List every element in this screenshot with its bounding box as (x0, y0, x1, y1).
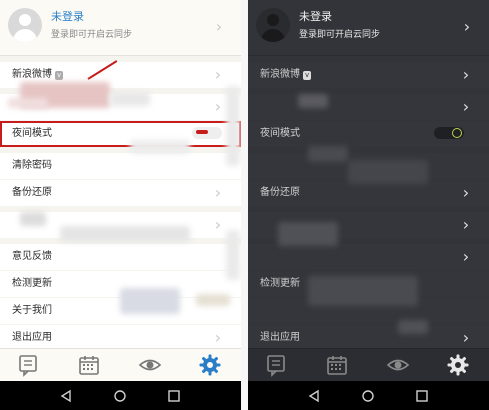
login-hint: 登录即可开启云同步 (51, 30, 133, 40)
toggle-knob (452, 128, 462, 138)
menu-item-clear-password[interactable]: 清除密码 (0, 153, 241, 179)
chevron-right-icon: › (462, 183, 470, 202)
verified-badge: v (55, 71, 64, 80)
menu-item-feedback[interactable]: 意见反馈 (0, 244, 241, 270)
menu-item-blurred-1[interactable]: › (248, 94, 489, 120)
recent-apps-icon[interactable] (166, 388, 182, 404)
menu-item-weibo[interactable]: 新浪微博 v › (248, 62, 489, 88)
menu-item-blurred-3[interactable]: › (248, 244, 489, 270)
redaction-patch (110, 92, 150, 106)
login-hint: 登录即可开启云同步 (299, 30, 381, 40)
screen-divider (241, 0, 248, 410)
redaction-patch (226, 86, 240, 166)
menu-item-night-mode[interactable]: 夜间模式 (0, 121, 241, 147)
dark-theme-screen: 未登录 登录即可开启云同步 › 新浪微博 v › › 夜间模式 备份还原 › › … (248, 0, 489, 410)
chevron-right-icon: › (462, 247, 470, 266)
home-icon[interactable] (360, 388, 376, 404)
redaction-patch (278, 222, 338, 246)
avatar (8, 8, 42, 42)
avatar (256, 8, 290, 42)
menu-item-label: 关于我们 (12, 305, 52, 316)
chevron-right-icon: › (214, 215, 222, 234)
back-icon[interactable] (306, 388, 322, 404)
menu-item-label: 夜间模式 (12, 128, 52, 139)
chevron-right-icon: › (462, 65, 470, 84)
redaction-patch (120, 288, 180, 314)
settings-menu: 新浪微博 v › › 夜间模式 备份还原 › › › 检测更新 退出应用 › (248, 62, 489, 352)
menu-item-label: 退出应用 (260, 332, 300, 343)
bottom-tab-bar (0, 348, 241, 381)
redaction-patch (398, 320, 428, 334)
night-mode-toggle[interactable] (192, 127, 222, 139)
account-header[interactable]: 未登录 登录即可开启云同步 › (0, 0, 241, 56)
chevron-right-icon: › (462, 97, 470, 116)
menu-item-backup-restore[interactable]: 备份还原 › (0, 180, 241, 206)
bottom-tab-bar (248, 348, 489, 381)
eye-icon[interactable] (138, 353, 162, 377)
notes-icon[interactable] (16, 353, 40, 377)
chevron-right-icon: › (462, 328, 470, 347)
redaction-patch (196, 294, 230, 306)
light-theme-screen: 未登录 登录即可开启云同步 › 新浪微博 v › › 夜间模式 清除密码 备份还原… (0, 0, 241, 410)
user-name: 未登录 (299, 10, 332, 23)
redaction-patch (60, 226, 190, 242)
account-header[interactable]: 未登录 登录即可开启云同步 › (248, 0, 489, 56)
redaction-patch (308, 276, 418, 306)
calendar-icon[interactable] (325, 353, 349, 377)
verified-badge: v (303, 71, 312, 80)
toggle-knob (196, 130, 208, 134)
menu-item-label: 检测更新 (260, 278, 300, 289)
back-icon[interactable] (58, 388, 74, 404)
redaction-patch (348, 160, 428, 184)
redaction-patch (308, 146, 348, 162)
menu-item-label: 新浪微博 v (260, 69, 312, 80)
chevron-right-icon: › (463, 17, 471, 36)
redaction-patch (8, 98, 48, 108)
chevron-right-icon: › (214, 328, 222, 347)
chevron-right-icon: › (215, 17, 223, 36)
system-nav-bar (0, 381, 241, 410)
chevron-right-icon: › (214, 65, 222, 84)
menu-item-night-mode[interactable]: 夜间模式 (248, 121, 489, 147)
gear-icon[interactable] (198, 353, 222, 377)
eye-icon[interactable] (386, 353, 410, 377)
gear-icon[interactable] (446, 353, 470, 377)
menu-item-label: 夜间模式 (260, 128, 300, 139)
redaction-patch (20, 212, 46, 226)
redaction-patch (130, 140, 190, 154)
menu-item-label: 检测更新 (12, 278, 52, 289)
chevron-right-icon: › (462, 215, 470, 234)
home-icon[interactable] (112, 388, 128, 404)
notes-icon[interactable] (264, 353, 288, 377)
chevron-right-icon: › (214, 183, 222, 202)
system-nav-bar (248, 381, 489, 410)
menu-item-label: 备份还原 (260, 187, 300, 198)
calendar-icon[interactable] (77, 353, 101, 377)
menu-item-label: 意见反馈 (12, 251, 52, 262)
menu-item-label: 清除密码 (12, 160, 52, 171)
menu-item-label: 备份还原 (12, 187, 52, 198)
recent-apps-icon[interactable] (414, 388, 430, 404)
menu-item-label: 新浪微博 v (12, 69, 64, 80)
redaction-patch (226, 230, 240, 280)
menu-item-label: 退出应用 (12, 332, 52, 343)
redaction-patch (298, 94, 328, 108)
user-name: 未登录 (51, 10, 84, 23)
night-mode-toggle[interactable] (434, 127, 464, 139)
chevron-right-icon: › (214, 97, 222, 116)
